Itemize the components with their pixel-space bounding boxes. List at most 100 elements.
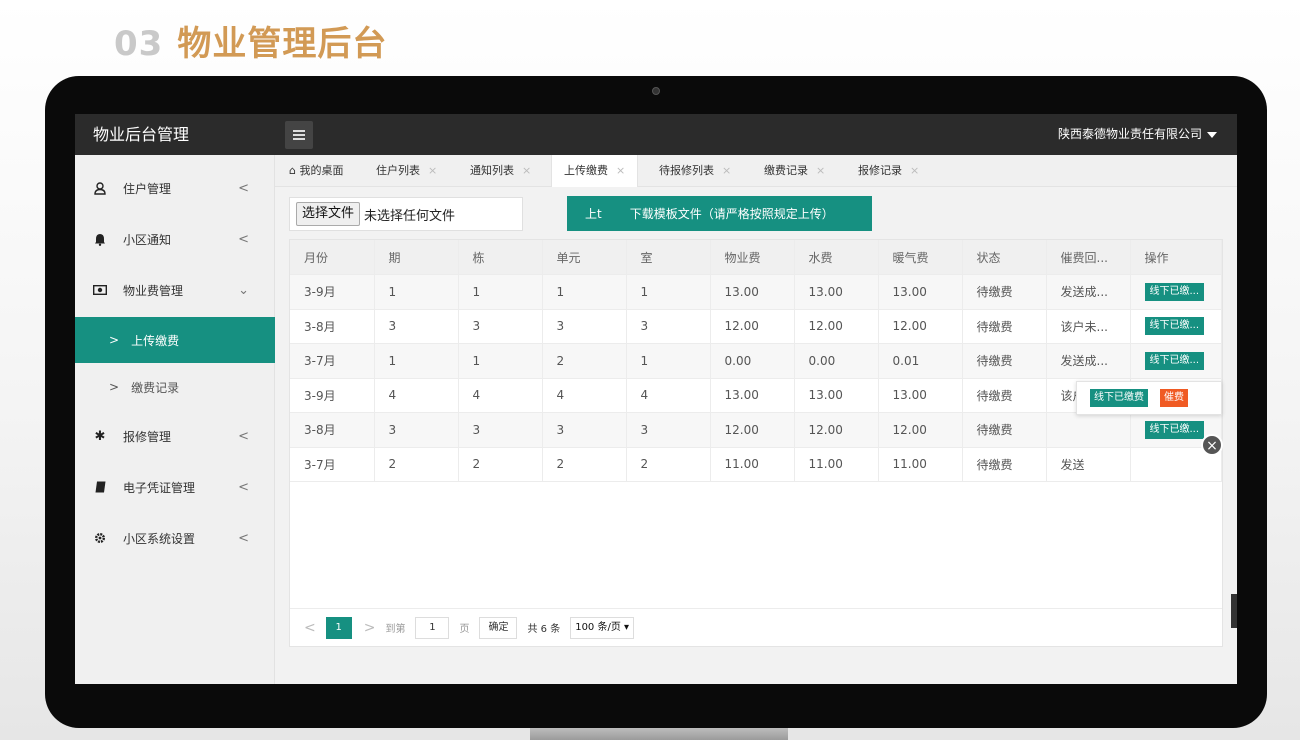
close-icon[interactable]: ×: [428, 164, 437, 177]
table-cell: 13.00: [794, 274, 879, 310]
tab-label: 上传缴费: [564, 164, 608, 177]
close-icon[interactable]: ×: [722, 164, 731, 177]
company-name: 陕西泰德物业责任有限公司: [1057, 127, 1202, 141]
tab-desktop[interactable]: ⌂ 我的桌面: [289, 155, 343, 187]
choose-file-button[interactable]: 选择文件: [296, 202, 361, 226]
sidebar-subitem-label: 缴费记录: [131, 380, 180, 395]
tab-residents[interactable]: 住户列表 ×: [376, 155, 437, 187]
column-header[interactable]: 月份: [290, 240, 375, 275]
table-cell: 11.00: [878, 447, 963, 482]
close-icon[interactable]: ×: [910, 164, 919, 177]
paid-offline-button[interactable]: 线下已缴...: [1144, 420, 1205, 439]
column-header[interactable]: 催费回...: [1046, 240, 1131, 275]
chevron-down-icon: ⌄: [238, 282, 249, 298]
file-input[interactable]: 选择文件 未选择任何文件: [289, 197, 523, 231]
close-icon[interactable]: ×: [616, 164, 625, 177]
pagination: < 1 > 到第 1 页 确定 共 6 条 100 条/页 ▾: [290, 608, 1222, 646]
menu-icon: [293, 130, 305, 132]
scrollbar-handle[interactable]: [1231, 594, 1237, 628]
page-number-current[interactable]: 1: [325, 616, 352, 639]
table-cell: 3: [542, 412, 627, 448]
menu-toggle-button[interactable]: [285, 121, 313, 149]
sidebar-item-label: 小区系统设置: [123, 531, 196, 546]
table-cell: 3-7月: [290, 343, 375, 379]
paid-offline-button[interactable]: 线下已缴费: [1090, 389, 1148, 407]
table-cell: 待缴费: [962, 447, 1047, 482]
close-icon[interactable]: ×: [1201, 434, 1223, 456]
page-size-select[interactable]: 100 条/页 ▾: [570, 616, 635, 639]
table-cell: 待缴费: [962, 309, 1047, 344]
sidebar-item-label: 电子凭证管理: [123, 480, 196, 495]
column-header[interactable]: 状态: [962, 240, 1047, 275]
tab-label: 我的桌面: [299, 164, 344, 177]
paid-offline-button[interactable]: 线下已缴...: [1144, 351, 1205, 370]
chevron-left-icon[interactable]: <: [304, 620, 316, 636]
close-icon[interactable]: ×: [816, 164, 825, 177]
paid-offline-button[interactable]: 线下已缴...: [1144, 282, 1205, 301]
remind-payment-button[interactable]: 催费: [1160, 389, 1188, 407]
slide-title: 03 物业管理后台: [114, 16, 387, 65]
chevron-right-icon[interactable]: >: [364, 620, 376, 636]
table-cell: 3-9月: [290, 274, 375, 310]
sidebar-item-settings[interactable]: 小区系统设置 <: [75, 515, 275, 561]
bell-icon: [93, 232, 107, 246]
goto-confirm-button[interactable]: 确定: [479, 616, 518, 639]
sidebar-item-residents[interactable]: 住户管理 <: [75, 165, 275, 211]
column-header[interactable]: 室: [626, 240, 711, 275]
table-cell: 12.00: [710, 412, 795, 448]
column-header[interactable]: 单元: [542, 240, 627, 275]
column-header[interactable]: 物业费: [710, 240, 795, 275]
chevron-left-icon: <: [238, 428, 249, 444]
download-template-button[interactable]: 上t 下载模板文件（请严格按照规定上传）: [567, 196, 872, 231]
sidebar-item-repairs[interactable]: ✱ 报修管理 <: [75, 413, 275, 459]
caret-down-icon: [1207, 131, 1217, 138]
sidebar-item-label: 报修管理: [123, 429, 172, 444]
sidebar-item-vouchers[interactable]: 电子凭证管理 <: [75, 464, 275, 510]
table-cell: 12.00: [794, 309, 879, 344]
sidebar-item-fees[interactable]: 物业费管理 ⌄: [75, 267, 275, 313]
table-row: 3-8月 3 3 3 3 12.00 12.00 12.00 待缴费 线下已缴...: [290, 412, 1222, 448]
app-screen: 物业后台管理 陕西泰德物业责任有限公司 住户管理 < 小区通知 < 物业费管理 …: [75, 114, 1237, 684]
table-cell: 13.00: [710, 274, 795, 310]
sidebar-subitem-upload[interactable]: > 上传缴费: [75, 317, 275, 363]
column-header[interactable]: 暖气费: [878, 240, 963, 275]
tab-notices[interactable]: 通知列表 ×: [470, 155, 531, 187]
page-unit-label: 页: [459, 624, 470, 635]
sidebar-subitem-label: 上传缴费: [131, 333, 180, 348]
paid-offline-button[interactable]: 线下已缴...: [1144, 317, 1205, 336]
table-cell: 0.01: [878, 343, 963, 379]
column-header[interactable]: 栋: [458, 240, 543, 275]
table-cell: 3-8月: [290, 412, 375, 448]
table-cell: 3-8月: [290, 309, 375, 344]
fee-table: 月份 期 栋 单元 室 物业费 水费 暖气费 状态 催费回... 操作 3-9月…: [290, 240, 1222, 482]
tab-repair-records[interactable]: 报修记录 ×: [858, 155, 919, 187]
table-cell: 待缴费: [962, 378, 1047, 413]
table-cell: 3: [458, 309, 543, 344]
company-dropdown[interactable]: 陕西泰德物业责任有限公司: [1058, 114, 1217, 155]
column-header[interactable]: 水费: [794, 240, 879, 275]
table-cell: 4: [626, 378, 711, 413]
table-cell: 1: [626, 274, 711, 310]
tab-label: 待报修列表: [659, 164, 714, 177]
tab-pending-repairs[interactable]: 待报修列表 ×: [659, 155, 731, 187]
close-icon[interactable]: ×: [522, 164, 531, 177]
table-cell: 3: [374, 412, 459, 448]
operation-cell: 线下已缴...: [1130, 343, 1222, 379]
table-cell: 发送成...: [1046, 343, 1131, 379]
chevron-left-icon: <: [238, 180, 249, 196]
table-cell: 3: [626, 412, 711, 448]
column-header[interactable]: 期: [374, 240, 459, 275]
goto-page-input[interactable]: 1: [415, 616, 450, 639]
table-cell: 发送成...: [1046, 274, 1131, 310]
table-cell: 4: [374, 378, 459, 413]
sidebar-subitem-records[interactable]: > 缴费记录: [75, 364, 275, 410]
tab-bar: ⌂ 我的桌面 住户列表 × 通知列表 × 上传缴费 × 待报修列表 × 缴费记录 × 报修…: [275, 155, 1237, 187]
table-cell: [1046, 412, 1131, 448]
tab-payment-records[interactable]: 缴费记录 ×: [764, 155, 825, 187]
total-count: 共 6 条: [527, 624, 561, 635]
sidebar-item-notices[interactable]: 小区通知 <: [75, 216, 275, 262]
chevron-right-icon: >: [109, 333, 120, 347]
column-header[interactable]: 操作: [1130, 240, 1222, 275]
tab-upload[interactable]: 上传缴费 ×: [551, 155, 639, 187]
gear-icon: [93, 531, 107, 545]
